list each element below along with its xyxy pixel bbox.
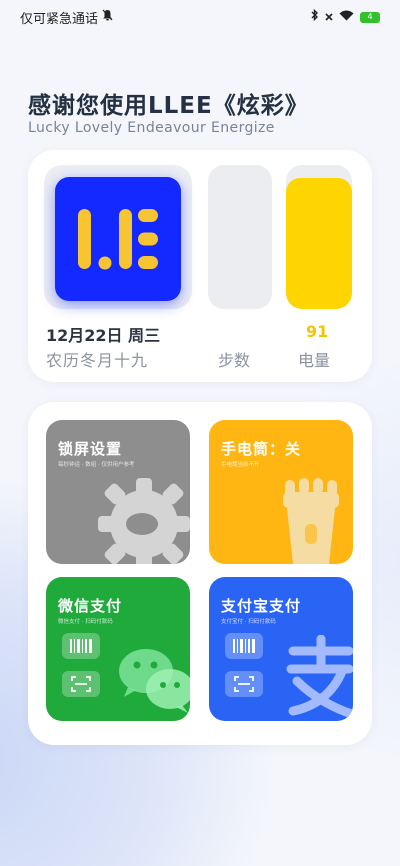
flashlight-icon [283,478,339,564]
wechat-logo-icon [119,649,190,713]
alipay-tile[interactable]: 支付宝支付 支付宝付 · 扫码付款码 [209,577,353,721]
page-subtitle: Lucky Lovely Endeavour Energize [28,120,275,136]
app-logo[interactable] [55,177,181,301]
scan-button[interactable] [225,671,263,697]
status-left: 仅可紧急通话 [20,8,113,27]
barcode-icon [233,639,255,653]
tile-title: 手电筒：关 [221,440,302,458]
barcode-button[interactable] [62,633,100,659]
battery-text: 4 [367,12,373,21]
steps-widget[interactable] [208,165,272,309]
scan-icon [71,676,91,692]
shortcuts-card: 锁屏设置 每秒钟运 · 数组 · 仅供用户参考 手电筒：关 手电筒当前不开 微信… [28,402,372,745]
tile-subtitle: 支付宝付 · 扫码付款码 [221,619,276,625]
tile-subtitle: 微信支付 · 扫码付款码 [58,619,113,625]
steps-label: 步数 [218,351,251,370]
status-bar: 仅可紧急通话 4 [0,0,400,34]
wifi-icon [339,10,354,25]
lock-screen-settings-tile[interactable]: 锁屏设置 每秒钟运 · 数组 · 仅供用户参考 [46,420,190,564]
battery-value: 91 [306,322,329,341]
battery-level-fill [286,177,352,309]
page-title: 感谢您使用LLEE《炫彩》 [28,93,309,119]
tile-title: 锁屏设置 [58,440,123,458]
tile-subtitle: 手电筒当前不开 [221,462,260,468]
tile-title: 支付宝支付 [221,597,302,615]
info-card: 12月22日 周三 农历冬月十九 步数 91 电量 [28,150,372,382]
mute-bell-icon [102,9,113,25]
flashlight-tile[interactable]: 手电筒：关 手电筒当前不开 [209,420,353,564]
wechat-pay-tile[interactable]: 微信支付 微信支付 · 扫码付款码 [46,577,190,721]
bluetooth-icon [311,8,319,25]
no-signal-icon [325,10,333,25]
scan-icon [234,676,254,692]
battery-widget[interactable] [286,165,352,309]
tile-title: 微信支付 [58,597,123,615]
tile-subtitle: 每秒钟运 · 数组 · 仅供用户参考 [58,462,135,468]
battery-label: 电量 [298,351,331,370]
logo-letters-icon [78,209,158,270]
battery-icon: 4 [360,11,380,23]
status-right: 4 [311,8,380,25]
carrier-text: 仅可紧急通话 [20,11,99,27]
date-text: 12月22日 周三 [46,326,161,345]
barcode-button[interactable] [225,633,263,659]
scan-button[interactable] [62,671,100,697]
lunar-date-text: 农历冬月十九 [46,351,149,370]
gear-icon [98,478,190,564]
alipay-logo-icon [286,635,353,720]
barcode-icon [70,639,92,653]
